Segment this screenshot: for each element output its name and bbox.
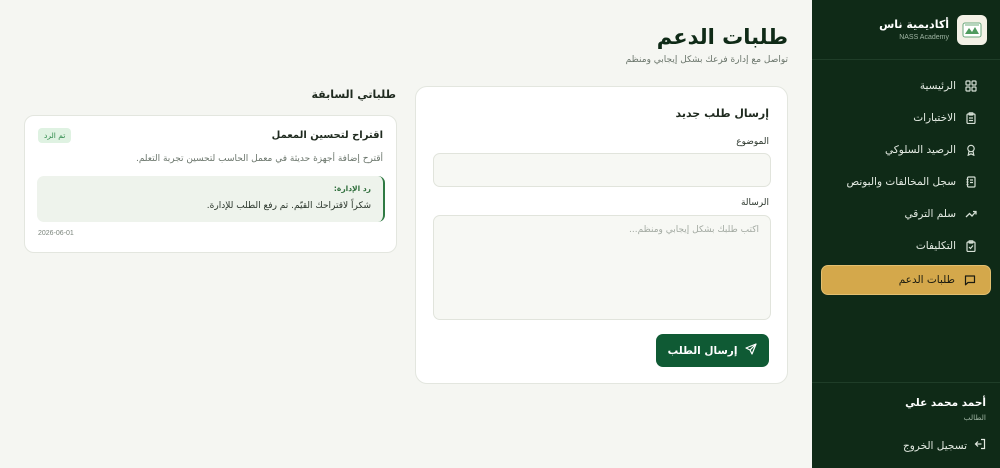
sidebar-item-label: سلم الترقي: [904, 208, 956, 220]
sidebar-item-label: التكليفات: [915, 240, 956, 252]
sidebar-item-assignments[interactable]: التكليفات: [821, 230, 991, 262]
sidebar-item-home[interactable]: الرئيسية: [821, 70, 991, 102]
sidebar-item-violations[interactable]: سجل المخالفات والبونص: [821, 166, 991, 198]
send-request-button[interactable]: إرسال الطلب: [656, 334, 769, 367]
sidebar-item-label: الرئيسية: [919, 80, 956, 92]
trending-up-icon: [964, 207, 978, 221]
reply-text: شكراً لاقتراحك القيّم. تم رفع الطلب للإد…: [206, 201, 371, 211]
message-label: الرسالة: [740, 198, 769, 208]
brand: أكاديمية ناس NASS Academy: [812, 0, 1000, 60]
sidebar: أكاديمية ناس NASS Academy الرئيسية الاخت…: [812, 0, 1000, 468]
grid-icon: [964, 79, 978, 93]
sidebar-nav: الرئيسية الاختبارات الرصيد السلوكي سجل ا…: [812, 60, 1000, 295]
request-title: اقتراح لتحسين المعمل: [271, 130, 383, 141]
award-icon: [964, 143, 978, 157]
send-label: إرسال الطلب: [667, 344, 738, 357]
sidebar-item-behavior[interactable]: الرصيد السلوكي: [821, 134, 991, 166]
message-icon: [963, 273, 977, 287]
clipboard-icon: [964, 111, 978, 125]
brand-subtitle: NASS Academy: [899, 34, 949, 41]
logo: [957, 14, 987, 45]
request-body: أقترح إضافة أجهزة حديثة في معمل الحاسب ل…: [135, 154, 383, 164]
page-subtitle: تواصل مع إدارة فرعك بشكل إيجابي ومنظم: [625, 55, 788, 65]
logout-label: تسجيل الخروج: [902, 439, 967, 452]
sidebar-item-label: الاختبارات: [913, 112, 956, 124]
sidebar-item-exams[interactable]: الاختبارات: [821, 102, 991, 134]
request-card[interactable]: اقتراح لتحسين المعمل تم الرد أقترح إضافة…: [24, 115, 397, 253]
sidebar-item-promotion[interactable]: سلم الترقي: [821, 198, 991, 230]
subject-input[interactable]: [433, 153, 771, 187]
send-icon: [745, 343, 758, 358]
request-date: 2026-06-01: [38, 230, 74, 237]
admin-reply: رد الإدارة: شكراً لاقتراحك القيّم. تم رف…: [37, 176, 385, 222]
sidebar-item-label: سجل المخالفات والبونص: [846, 176, 956, 188]
new-request-card: إرسال طلب جديد الموضوع الرسالة إرسال الط…: [415, 86, 788, 384]
reply-label: رد الإدارة:: [333, 184, 371, 193]
user-name: أحمد محمد علي: [905, 397, 986, 409]
logout-button[interactable]: تسجيل الخروج: [903, 438, 986, 453]
status-badge: تم الرد: [38, 128, 72, 143]
log-icon: [964, 175, 978, 189]
user-role: الطالب: [963, 413, 986, 422]
sidebar-item-label: الرصيد السلوكي: [885, 144, 956, 156]
brand-name: أكاديمية ناس: [879, 18, 949, 31]
previous-requests-heading: طلباتي السابقة: [311, 88, 396, 101]
new-request-title: إرسال طلب جديد: [675, 107, 769, 120]
logout-icon: [974, 438, 986, 453]
message-textarea[interactable]: [433, 215, 771, 320]
sidebar-item-support[interactable]: طلبات الدعم: [821, 265, 991, 295]
task-icon: [964, 239, 978, 253]
user-profile: أحمد محمد علي الطالب: [812, 382, 1000, 422]
subject-label: الموضوع: [736, 137, 769, 147]
academy-logo-icon: [962, 22, 982, 37]
page-title: طلبات الدعم: [656, 25, 788, 49]
sidebar-item-label: طلبات الدعم: [898, 274, 955, 286]
